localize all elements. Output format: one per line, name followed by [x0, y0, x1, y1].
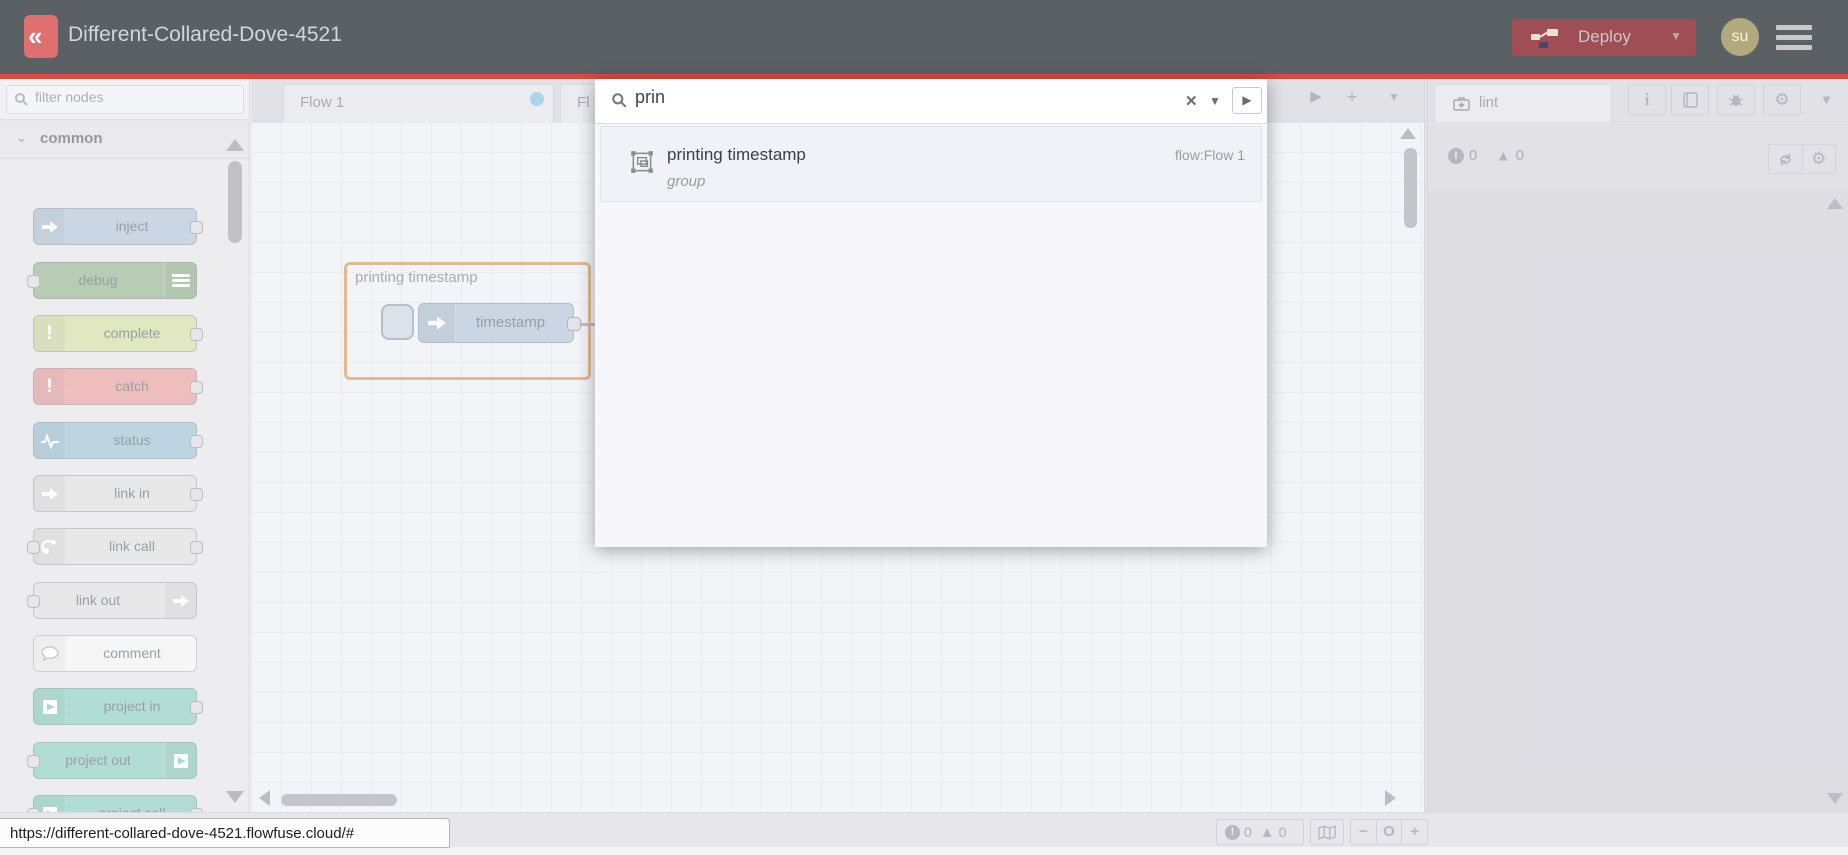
search-icon — [611, 92, 628, 114]
result-title: printing timestamp — [667, 145, 806, 164]
header: « Different-Collared-Dove-4521 Deploy ▼ … — [0, 0, 1848, 74]
deploy-label: Deploy — [1578, 27, 1631, 46]
result-flow-meta: flow:Flow 1 — [1174, 147, 1245, 163]
search-results-list: printing timestamp flow:Flow 1 group — [595, 123, 1267, 547]
status-url: https://different-collared-dove-4521.flo… — [10, 825, 355, 842]
node-red-editor: « Different-Collared-Dove-4521 Deploy ▼ … — [0, 0, 1848, 855]
deploy-icon — [1530, 27, 1560, 54]
search-options-button[interactable]: ▶ — [1232, 87, 1262, 114]
deploy-caret-icon[interactable]: ▼ — [1670, 29, 1682, 43]
flowfuse-logo-icon: « — [24, 15, 58, 58]
deploy-button[interactable]: Deploy ▼ — [1512, 19, 1696, 56]
search-clear-icon[interactable]: ✕ — [1185, 92, 1198, 110]
search-history-caret[interactable]: ▼ — [1209, 94, 1221, 108]
result-type: group — [667, 173, 706, 190]
search-result-item[interactable]: printing timestamp flow:Flow 1 group — [600, 126, 1262, 202]
search-dialog: printing timestamp flow:Flow 1 group — [595, 79, 1267, 547]
search-input[interactable] — [635, 87, 1195, 108]
user-avatar[interactable]: su — [1721, 18, 1759, 56]
main-menu-button[interactable] — [1776, 25, 1812, 51]
group-icon — [629, 149, 655, 180]
instance-title: Different-Collared-Dove-4521 — [68, 23, 342, 46]
search-input-row — [595, 79, 1267, 123]
browser-status-tooltip: https://different-collared-dove-4521.flo… — [0, 818, 450, 848]
